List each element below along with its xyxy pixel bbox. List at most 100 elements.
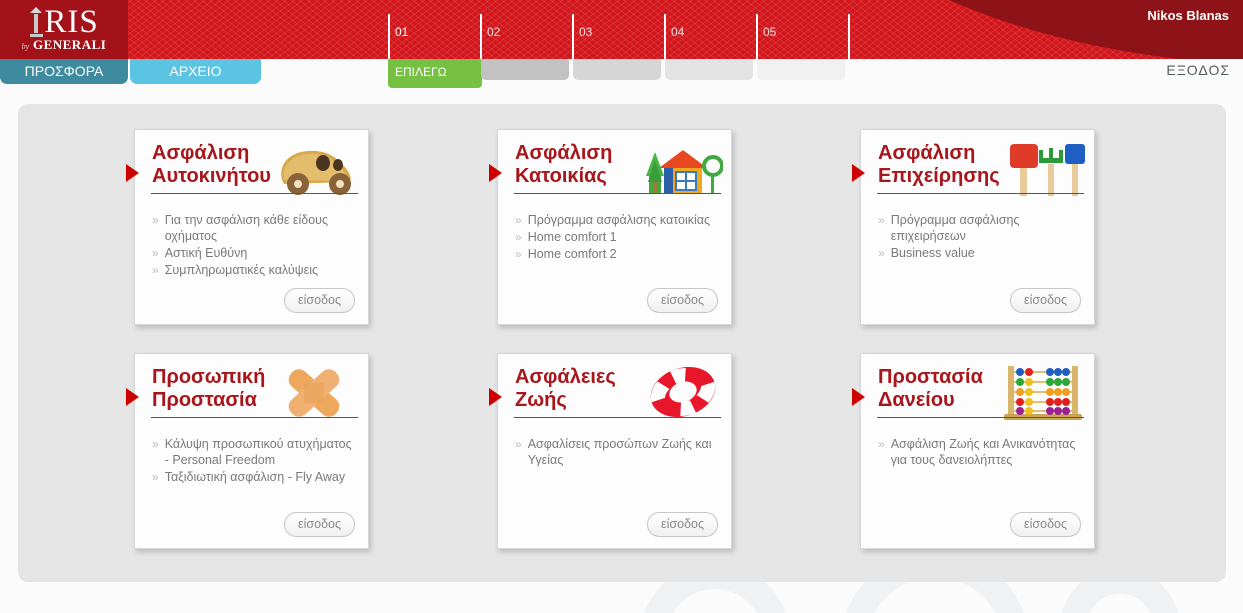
- step-05[interactable]: 05: [756, 0, 848, 88]
- enter-button[interactable]: είσοδος: [284, 512, 355, 537]
- chevron-right-icon: »: [152, 437, 159, 451]
- step-divider: [756, 14, 758, 59]
- step-number: 04: [671, 25, 685, 39]
- bullet-item: » Κάλυψη προσωπικού ατυχήματος - Personal…: [152, 436, 356, 468]
- card-header: Ασφάλιση Κατοικίας: [498, 130, 731, 202]
- primary-tabs: ΠΡΟΣΦΟΡΑ ΑΡΧΕΙΟ: [0, 59, 261, 84]
- bullet-text: Για την ασφάλιση κάθε είδους οχήματος: [164, 213, 329, 243]
- bullet-text: Home comfort 1: [527, 230, 617, 244]
- bullet-item: » Ταξιδιωτική ασφάλιση - Fly Away: [152, 469, 356, 485]
- step-divider: [480, 14, 482, 59]
- enter-button[interactable]: είσοδος: [1010, 512, 1081, 537]
- card-prosopiki-prostasia[interactable]: Προσωπική Προστασία » Κάλυψη προσωπικού α…: [126, 353, 369, 549]
- bullet-text: Συμπληρωματικές καλύψεις: [164, 263, 319, 277]
- enter-button[interactable]: είσοδος: [647, 512, 718, 537]
- bullet-item: » Πρόγραμμα ασφάλισης κατοικίας: [515, 212, 719, 228]
- enter-button[interactable]: είσοδος: [647, 288, 718, 313]
- bullet-text: Ασφαλίσεις προσώπων Ζωής και Υγείας: [527, 437, 712, 467]
- card-header: Προσωπική Προστασία: [135, 354, 368, 426]
- step-end-divider: [848, 0, 852, 88]
- chevron-right-icon: »: [515, 213, 522, 227]
- bullet-item: » Συμπληρωματικές καλύψεις: [152, 262, 356, 278]
- bullet-item: » Πρόγραμμα ασφάλισης επιχειρήσεων: [878, 212, 1082, 244]
- chevron-right-icon: »: [878, 246, 885, 260]
- logo-column-icon: [29, 6, 44, 39]
- step-divider: [572, 14, 574, 59]
- bullet-text: Business value: [890, 246, 975, 260]
- bullet-text: Αστική Ευθύνη: [164, 246, 248, 260]
- card-header: Προστασία Δανείου: [861, 354, 1094, 426]
- step-body: ΕΠΙΛΕΓΩ: [388, 59, 482, 88]
- card-title-rule: [514, 417, 721, 418]
- step-body: [481, 59, 569, 80]
- bullet-text: Ασφάλιση Ζωής και Ανικανότητας για τους …: [890, 437, 1076, 467]
- step-body: [757, 59, 845, 80]
- card-title: Ασφάλιση Επιχείρησης: [878, 142, 1000, 187]
- bullet-item: » Business value: [878, 245, 1082, 261]
- card-title: Προστασία Δανείου: [878, 366, 983, 411]
- product-card-grid: Ασφάλιση Αυτοκινήτου » Για την ασφάλιση …: [18, 104, 1226, 582]
- bullet-text: Ταξιδιωτική ασφάλιση - Fly Away: [164, 470, 346, 484]
- bullet-text: Πρόγραμμα ασφάλισης επιχειρήσεων: [890, 213, 1020, 243]
- bullet-item: » Ασφαλίσεις προσώπων Ζωής και Υγείας: [515, 436, 719, 468]
- logo-by-text: by: [21, 42, 30, 51]
- step-body: [573, 59, 661, 80]
- card-asfalisi-aftokinitou[interactable]: Ασφάλιση Αυτοκινήτου » Για την ασφάλιση …: [126, 129, 369, 325]
- bullet-item: » Home comfort 1: [515, 229, 719, 245]
- card-title-rule: [514, 193, 721, 194]
- chevron-right-icon: »: [515, 230, 522, 244]
- step-01[interactable]: 01 ΕΠΙΛΕΓΩ: [388, 0, 482, 88]
- step-body: [665, 59, 753, 80]
- card-asfalisi-katoikias[interactable]: Ασφάλιση Κατοικίας » Πρόγραμμα ασφάλισης…: [489, 129, 732, 325]
- bullet-item: » Ασφάλιση Ζωής και Ανικανότητας για τους…: [878, 436, 1082, 468]
- card-header: Ασφάλιση Επιχείρησης: [861, 130, 1094, 202]
- card-title-rule: [877, 417, 1084, 418]
- bullet-item: » Home comfort 2: [515, 246, 719, 262]
- logo-generali-text: GENERALI: [32, 37, 107, 52]
- content-panel: Ασφάλιση Αυτοκινήτου » Για την ασφάλιση …: [18, 104, 1226, 582]
- step-04[interactable]: 04: [664, 0, 756, 88]
- tab-prosfora[interactable]: ΠΡΟΣΦΟΡΑ: [0, 59, 128, 84]
- step-progress-bar: 01 ΕΠΙΛΕΓΩ 02 03 04 05: [388, 0, 852, 88]
- logo-wordmark: RIS: [29, 6, 98, 39]
- logo-brand: by GENERALI: [22, 37, 107, 53]
- card-bullets: » Για την ασφάλιση κάθε είδους οχήματος »…: [135, 202, 368, 278]
- chevron-right-icon: »: [152, 213, 159, 227]
- step-03[interactable]: 03: [572, 0, 664, 88]
- card-bullets: » Ασφάλιση Ζωής και Ανικανότητας για τους…: [861, 426, 1094, 468]
- user-name-label: Nikos Blanas: [1147, 8, 1229, 23]
- step-number: 02: [487, 25, 501, 39]
- bullet-text: Κάλυψη προσωπικού ατυχήματος - Personal …: [164, 437, 352, 467]
- card-title: Ασφάλιση Αυτοκινήτου: [152, 142, 271, 187]
- card-title-rule: [151, 417, 358, 418]
- chevron-right-icon: »: [878, 437, 885, 451]
- card-bullets: » Κάλυψη προσωπικού ατυχήματος - Personal…: [135, 426, 368, 485]
- step-02[interactable]: 02: [480, 0, 572, 88]
- card-bullets: » Πρόγραμμα ασφάλισης επιχειρήσεων » Busin…: [861, 202, 1094, 261]
- bullet-item: » Αστική Ευθύνη: [152, 245, 356, 261]
- enter-button[interactable]: είσοδος: [284, 288, 355, 313]
- logo-text: RIS: [44, 4, 99, 40]
- chevron-right-icon: »: [152, 263, 159, 277]
- card-prostasia-daneiou[interactable]: Προστασία Δανείου » Ασφάλιση Ζωής και Αν…: [852, 353, 1095, 549]
- iris-logo[interactable]: RIS by GENERALI: [0, 0, 128, 59]
- step-number: 03: [579, 25, 593, 39]
- bullet-text: Πρόγραμμα ασφάλισης κατοικίας: [527, 213, 711, 227]
- chevron-right-icon: »: [878, 213, 885, 227]
- card-title: Ασφάλιση Κατοικίας: [515, 142, 613, 187]
- chevron-right-icon: »: [515, 437, 522, 451]
- chevron-right-icon: »: [515, 247, 522, 261]
- card-title: Ασφάλειες Ζωής: [515, 366, 616, 411]
- exit-link[interactable]: ΕΞΟΔΟΣ: [1166, 62, 1230, 78]
- tab-arxeio[interactable]: ΑΡΧΕΙΟ: [130, 59, 261, 84]
- card-bullets: » Πρόγραμμα ασφάλισης κατοικίας » Home com…: [498, 202, 731, 262]
- card-header: Ασφάλιση Αυτοκινήτου: [135, 130, 368, 202]
- step-label: ΕΠΙΛΕΓΩ: [395, 65, 447, 79]
- step-number: 05: [763, 25, 777, 39]
- card-asfalisi-epixeirisis[interactable]: Ασφάλιση Επιχείρησης » Πρόγραμμα ασφάλισ…: [852, 129, 1095, 325]
- step-divider: [664, 14, 666, 59]
- chevron-right-icon: »: [152, 246, 159, 260]
- card-bullets: » Ασφαλίσεις προσώπων Ζωής και Υγείας: [498, 426, 731, 468]
- card-asfaleies-zois[interactable]: Ασφάλειες Ζωής » Ασφαλίσεις προσώπων Ζωή…: [489, 353, 732, 549]
- enter-button[interactable]: είσοδος: [1010, 288, 1081, 313]
